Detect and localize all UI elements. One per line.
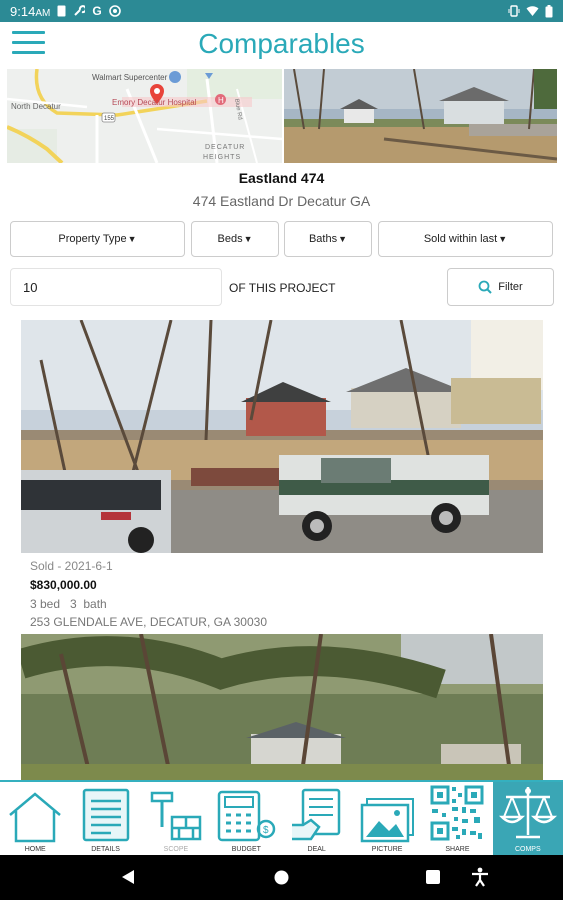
bed-bath-count: 3 bed 3 bath [30,597,107,611]
search-icon [478,280,492,294]
nav-budget-label: BUDGET [231,846,261,853]
nav-scope-label: SCOPE [163,846,189,853]
nav-details[interactable]: DETAILS [70,782,140,855]
nav-home-label: HOME [24,846,46,853]
nav-comps[interactable]: COMPS [492,782,563,855]
map-graphic: H 155 Walmart Supercenter North Decatur … [7,69,282,163]
comparable-card[interactable]: Sold - 2021-6-1 $830,000.00 3 bed 3 bath… [21,320,543,629]
calculator-icon: $ [218,790,276,842]
comparable-photo-graphic [21,320,543,553]
svg-text:$: $ [263,825,269,836]
scales-icon [498,787,557,839]
property-type-dropdown[interactable]: Property Type ▼ [10,221,185,257]
location-preview: H 155 Walmart Supercenter North Decatur … [7,69,557,163]
house-icon [9,792,61,843]
vibrate-icon [508,5,520,17]
comparable-photo-graphic [21,634,543,780]
filter-bar: Property Type ▼ Beds ▼ Baths ▼ Sold within … [10,221,553,257]
sim-icon [57,5,66,17]
svg-text:North Decatur: North Decatur [11,102,61,111]
filter-button[interactable]: Filter [447,268,554,306]
caret-down-icon: ▼ [498,234,508,244]
accessibility-icon[interactable] [471,867,489,887]
comparable-address: 253 GLENDALE AVE, DECATUR, GA 30030 [30,615,267,629]
bottom-navigation: HOME DETAILS SCOPE $ BUDGET DEAL PICTURE… [0,780,563,855]
nav-comps-label: COMPS [514,846,541,853]
tools-icon [150,791,202,841]
comparable-photo[interactable] [21,320,543,553]
beds-dropdown[interactable]: Beds ▼ [191,221,279,257]
nav-deal[interactable]: DEAL [282,782,352,855]
street-view-graphic [284,69,557,163]
handshake-icon [291,788,340,841]
nav-share[interactable]: SHARE [422,782,492,855]
sold-within-label: Sold within last [423,233,498,245]
location-map[interactable]: H 155 Walmart Supercenter North Decatur … [7,69,282,163]
back-icon[interactable] [121,869,135,885]
of-project-label: OF THIS PROJECT [229,281,336,295]
baths-dropdown[interactable]: Baths ▼ [284,221,372,257]
nav-share-label: SHARE [445,846,470,853]
system-navigation-bar [0,855,563,900]
status-bar: 9:14AM G [0,0,563,22]
svg-text:DECATUR: DECATUR [205,144,245,151]
baths-label: Baths [308,233,338,245]
svg-text:155: 155 [104,116,115,122]
svg-text:Walmart Supercenter: Walmart Supercenter [92,73,168,82]
page-title: Comparables [198,28,365,59]
app-bar: Comparables [0,22,563,68]
caret-down-icon: ▼ [338,234,348,244]
svg-text:H: H [218,96,224,105]
sold-date: Sold - 2021-6-1 [30,559,113,573]
battery-icon [545,4,553,17]
filter-button-label: Filter [498,281,523,293]
home-circle-icon[interactable] [274,870,289,885]
nav-picture[interactable]: PICTURE [352,782,422,855]
sold-within-dropdown[interactable]: Sold within last ▼ [378,221,553,257]
beds-label: Beds [217,233,243,245]
property-address: 474 Eastland Dr Decatur GA [192,193,371,209]
comparable-photo[interactable] [21,634,543,780]
sold-price: $830,000.00 [30,578,97,592]
property-photo[interactable] [284,69,557,163]
svg-text:HEIGHTS: HEIGHTS [203,154,241,161]
nav-deal-label: DEAL [307,846,326,853]
svg-text:Emory Decatur Hospital: Emory Decatur Hospital [112,98,197,107]
picture-icon [360,798,415,843]
caret-down-icon: ▼ [127,234,137,244]
google-icon: G [92,4,102,18]
nav-details-label: DETAILS [91,846,120,853]
nav-scope[interactable]: SCOPE [141,782,211,855]
comparable-card[interactable] [21,634,543,780]
recents-icon[interactable] [426,870,440,884]
nav-picture-label: PICTURE [371,846,403,853]
property-name: Eastland 474 [238,170,325,186]
sync-icon [108,5,121,17]
wrench-icon [74,5,86,16]
nav-home[interactable]: HOME [0,782,70,855]
comparables-count-input[interactable]: 10 [10,268,222,306]
qr-code-icon [430,785,485,841]
wifi-icon [526,6,539,16]
property-type-label: Property Type [58,233,127,245]
nav-budget[interactable]: $ BUDGET [211,782,281,855]
document-icon [82,788,129,842]
count-value: 10 [23,279,38,295]
caret-down-icon: ▼ [243,234,253,244]
status-time: 9:14AM [10,3,51,19]
